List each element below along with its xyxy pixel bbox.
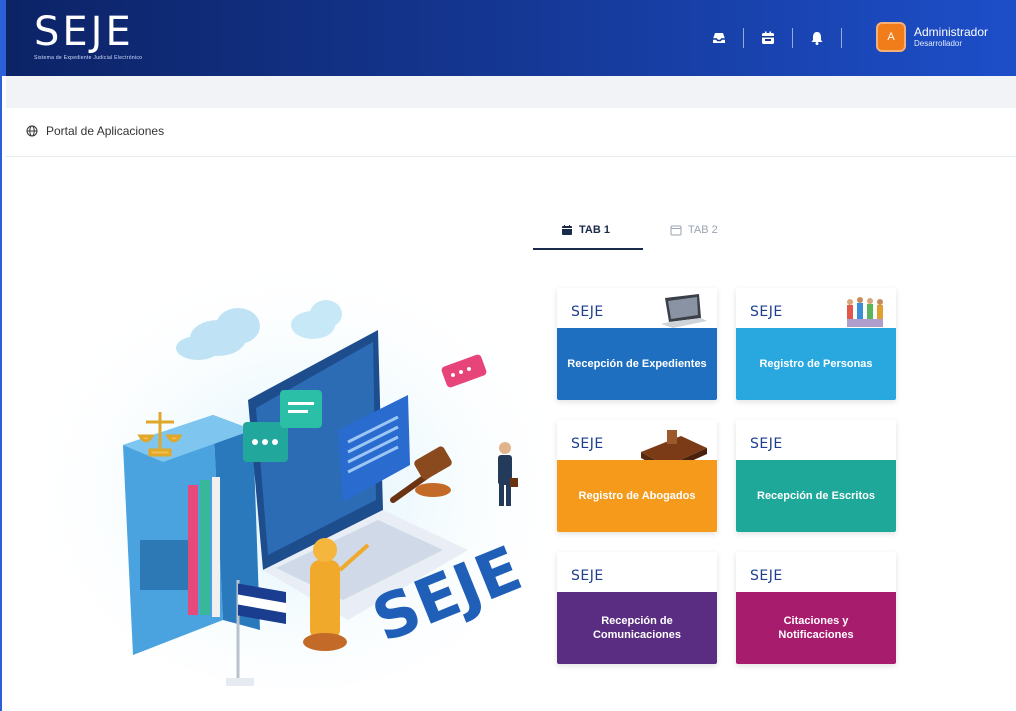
card-logo: SEJE: [571, 568, 604, 584]
sub-header-bar: [6, 76, 1016, 108]
calendar-icon: [562, 225, 572, 235]
card-header: SEJE: [736, 552, 896, 592]
bell-icon[interactable]: [808, 29, 826, 47]
card-logo: SEJE: [571, 436, 604, 452]
card-header: SEJE: [557, 420, 717, 472]
avatar[interactable]: A: [876, 22, 906, 52]
tab-2-label: TAB 2: [688, 224, 718, 236]
app-card-recepcion-expedientes[interactable]: SEJE Recepción de Expedientes: [557, 288, 717, 400]
active-tab-indicator: [533, 248, 643, 250]
tab-1[interactable]: TAB 1: [561, 210, 610, 250]
user-role: Desarrollador: [914, 39, 963, 48]
app-card-recepcion-comunicaciones[interactable]: SEJE Recepción de Comunicaciones: [557, 552, 717, 664]
card-logo: SEJE: [750, 568, 783, 584]
card-header: SEJE: [557, 552, 717, 592]
page-title: Portal de Aplicaciones: [46, 124, 165, 138]
card-title: Recepción de Escritos: [736, 460, 896, 532]
globe-icon: [26, 125, 38, 137]
laptop-icon: [661, 294, 707, 328]
card-title: Registro de Abogados: [557, 460, 717, 532]
breadcrumb: Portal de Aplicaciones: [26, 124, 164, 138]
user-menu[interactable]: A Administrador Desarrollador: [876, 22, 988, 52]
header-separator: [841, 28, 842, 48]
app-card-recepcion-escritos[interactable]: SEJE Recepción de Escritos: [736, 420, 896, 532]
app-logo[interactable]: SEJE Sistema de Expediente Judicial Elec…: [34, 12, 142, 61]
header-separator: [792, 28, 793, 48]
app-card-citaciones-notificaciones[interactable]: SEJE Citaciones y Notificaciones: [736, 552, 896, 664]
card-logo: SEJE: [571, 304, 604, 320]
header-actions: [710, 28, 857, 48]
card-title: Citaciones y Notificaciones: [736, 592, 896, 664]
user-info: Administrador Desarrollador: [914, 25, 988, 49]
card-header: SEJE: [736, 420, 896, 460]
tab-2[interactable]: TAB 2: [670, 210, 718, 250]
app-card-registro-abogados[interactable]: SEJE Registro de Abogados: [557, 420, 717, 532]
card-logo: SEJE: [750, 304, 783, 320]
tab-bar: TAB 1 TAB 2: [533, 210, 913, 250]
card-title: Recepción de Comunicaciones: [557, 592, 717, 664]
app-card-registro-personas[interactable]: SEJE Registro de Personas: [736, 288, 896, 400]
divider: [6, 156, 1016, 157]
calendar-icon[interactable]: [759, 29, 777, 47]
header-separator: [743, 28, 744, 48]
top-header: SEJE Sistema de Expediente Judicial Elec…: [0, 0, 1016, 76]
logo-subtitle: Sistema de Expediente Judicial Electróni…: [34, 55, 143, 61]
calendar-icon: [670, 225, 682, 236]
card-title: Registro de Personas: [736, 328, 896, 400]
card-header: SEJE: [557, 288, 717, 328]
inbox-icon[interactable]: [710, 29, 728, 47]
tab-1-label: TAB 1: [579, 224, 610, 236]
logo-text: SEJE: [34, 9, 134, 55]
card-title: Recepción de Expedientes: [557, 328, 717, 400]
card-logo: SEJE: [750, 436, 783, 452]
left-edge: [0, 76, 6, 711]
card-header: SEJE: [736, 288, 896, 328]
user-name: Administrador: [914, 25, 989, 39]
people-icon: [847, 297, 883, 327]
hero-illustration: SEJE: [48, 250, 548, 690]
